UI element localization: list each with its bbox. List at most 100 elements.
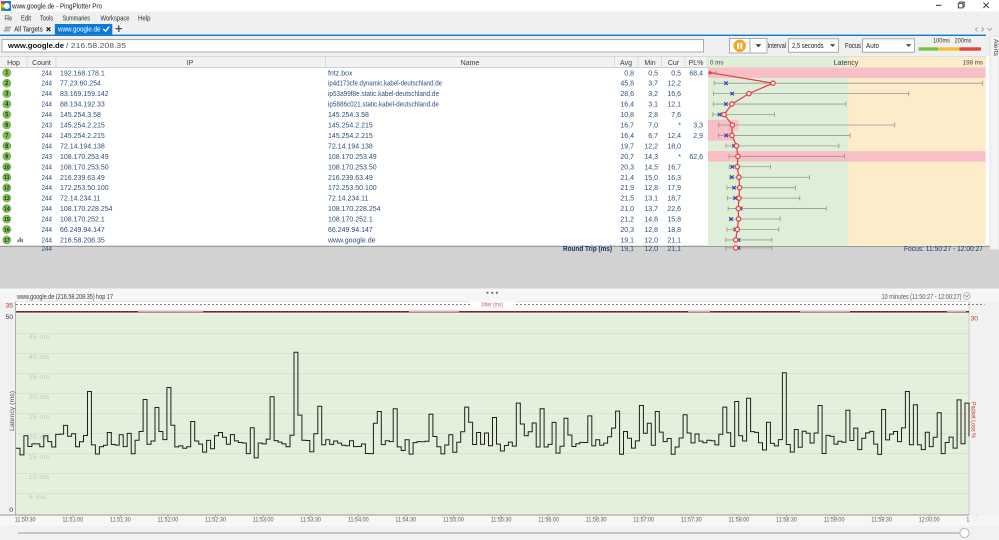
svg-text:7,0: 7,0 <box>648 123 658 130</box>
svg-text:Avg: Avg <box>620 60 632 67</box>
svg-text:30 ms: 30 ms <box>29 394 51 401</box>
svg-text:0,5: 0,5 <box>671 70 681 77</box>
svg-text:Alerts: Alerts <box>992 39 999 57</box>
svg-text:244: 244 <box>42 164 53 171</box>
svg-text:2,9: 2,9 <box>693 133 703 140</box>
svg-text:6,7: 6,7 <box>648 133 658 140</box>
svg-text:18,7: 18,7 <box>667 196 681 203</box>
svg-text:2,8: 2,8 <box>648 112 658 119</box>
svg-text:13,1: 13,1 <box>644 196 658 203</box>
svg-text:12,0: 12,0 <box>644 238 658 245</box>
svg-text:244: 244 <box>42 143 53 150</box>
svg-text:244: 244 <box>42 185 53 192</box>
svg-text:Summaries: Summaries <box>63 13 91 22</box>
svg-text:244: 244 <box>42 133 53 140</box>
svg-text:72.14.234.11: 72.14.234.11 <box>60 196 100 203</box>
svg-text:45,8: 45,8 <box>620 81 634 88</box>
svg-text:Help: Help <box>138 13 151 22</box>
svg-text:28,6: 28,6 <box>620 91 634 98</box>
svg-text:16,3: 16,3 <box>667 175 681 182</box>
svg-text:216.239.63.49: 216.239.63.49 <box>60 175 105 182</box>
svg-text:145.254.2.215: 145.254.2.215 <box>328 123 373 130</box>
svg-text:244: 244 <box>42 246 53 253</box>
svg-text:145.254.2.215: 145.254.2.215 <box>60 123 105 130</box>
svg-text:16,7: 16,7 <box>667 164 681 171</box>
svg-text:Auto: Auto <box>866 41 879 50</box>
svg-text:145.254.2.215: 145.254.2.215 <box>328 133 373 140</box>
svg-text:244: 244 <box>42 196 53 203</box>
svg-text:14: 14 <box>4 207 10 213</box>
svg-text:192.168.178.1: 192.168.178.1 <box>60 70 105 77</box>
svg-text:0: 0 <box>9 507 13 514</box>
svg-text:200ms: 200ms <box>955 38 972 45</box>
svg-text:15,8: 15,8 <box>667 217 681 224</box>
svg-text:15,0: 15,0 <box>644 175 658 182</box>
svg-text:21,2: 21,2 <box>620 217 634 224</box>
svg-text:14,8: 14,8 <box>644 217 658 224</box>
svg-text:11:56:30: 11:56:30 <box>586 517 607 524</box>
svg-text:*: * <box>678 154 681 161</box>
svg-text:11:57:30: 11:57:30 <box>681 517 702 524</box>
svg-text:21,4: 21,4 <box>620 175 634 182</box>
svg-text:11:51:00: 11:51:00 <box>62 517 83 524</box>
svg-text:216.58.208.35: 216.58.208.35 <box>60 238 105 245</box>
svg-text:66.249.94.147: 66.249.94.147 <box>60 227 105 234</box>
svg-text:16,4: 16,4 <box>620 102 634 109</box>
svg-text:Min: Min <box>644 60 655 67</box>
svg-text:83.169.159.142: 83.169.159.142 <box>60 91 109 98</box>
svg-text:216.239.63.49: 216.239.63.49 <box>328 175 373 182</box>
svg-text:243: 243 <box>42 123 53 130</box>
svg-text:www.google.de (216.58.208.35): www.google.de (216.58.208.35) hop 17 <box>16 294 113 301</box>
svg-text:244: 244 <box>42 102 53 109</box>
svg-text:198 ms: 198 ms <box>963 60 983 67</box>
svg-text:108.170.253.50: 108.170.253.50 <box>328 164 377 171</box>
svg-text:108.170.252.1: 108.170.252.1 <box>328 217 373 224</box>
svg-text:Name: Name <box>461 60 480 67</box>
svg-text:10: 10 <box>4 165 10 171</box>
svg-text:11:54:00: 11:54:00 <box>348 517 369 524</box>
svg-text:244: 244 <box>42 112 53 119</box>
svg-text:2,5 seconds: 2,5 seconds <box>792 41 824 50</box>
svg-text:145.254.3.58: 145.254.3.58 <box>328 112 369 119</box>
svg-text:172.253.50.100: 172.253.50.100 <box>328 185 377 192</box>
svg-text:62,6: 62,6 <box>689 154 703 161</box>
svg-text:40 ms: 40 ms <box>29 354 51 361</box>
svg-text:18,8: 18,8 <box>667 227 681 234</box>
svg-text:11:53:00: 11:53:00 <box>253 517 274 524</box>
svg-text:243: 243 <box>42 154 53 161</box>
svg-text:50: 50 <box>5 314 13 321</box>
svg-text:ip4d173cfe.dynamic.kabel-deuts: ip4d173cfe.dynamic.kabel-deutschland.de <box>328 81 442 88</box>
svg-text:244: 244 <box>42 81 53 88</box>
svg-text:25 ms: 25 ms <box>29 414 51 421</box>
svg-text:11:53:30: 11:53:30 <box>300 517 321 524</box>
svg-text:Cur: Cur <box>668 60 680 67</box>
svg-text:13,7: 13,7 <box>644 206 658 213</box>
svg-text:11:57:00: 11:57:00 <box>633 517 654 524</box>
svg-text:19,1: 19,1 <box>620 246 634 253</box>
svg-text:11:58:30: 11:58:30 <box>776 517 797 524</box>
svg-text:72.14.234.11: 72.14.234.11 <box>328 196 368 203</box>
svg-text:10 minutes (11:50:27 - 12:00:2: 10 minutes (11:50:27 - 12:00:27) <box>882 294 962 301</box>
svg-text:108.170.252.1: 108.170.252.1 <box>60 217 105 224</box>
svg-text:www.google.de: www.google.de <box>7 41 64 50</box>
svg-text:244: 244 <box>42 175 53 182</box>
svg-text:16,4: 16,4 <box>620 133 634 140</box>
svg-text:21,9: 21,9 <box>620 185 634 192</box>
svg-text:244: 244 <box>42 238 53 245</box>
svg-text:12,4: 12,4 <box>667 133 681 140</box>
svg-text:20,3: 20,3 <box>620 227 634 234</box>
svg-text:ip5886c021.static.kabel-deutsc: ip5886c021.static.kabel-deutschland.de <box>328 102 439 109</box>
svg-text:17: 17 <box>4 238 10 244</box>
svg-text:10,8: 10,8 <box>620 112 634 119</box>
svg-text:Hop: Hop <box>7 60 20 67</box>
svg-text:19,1: 19,1 <box>620 238 634 245</box>
svg-text:All Targets: All Targets <box>14 24 43 33</box>
svg-text:244: 244 <box>42 217 53 224</box>
svg-text:11:52:00: 11:52:00 <box>158 517 179 524</box>
svg-text:www.google.de: www.google.de <box>57 24 100 33</box>
svg-text:11:59:00: 11:59:00 <box>824 517 845 524</box>
svg-text:145.254.2.215: 145.254.2.215 <box>60 133 105 140</box>
svg-text:12,2: 12,2 <box>644 143 658 150</box>
svg-text:Jitter (ms): Jitter (ms) <box>481 302 503 309</box>
svg-text:16: 16 <box>4 227 10 233</box>
